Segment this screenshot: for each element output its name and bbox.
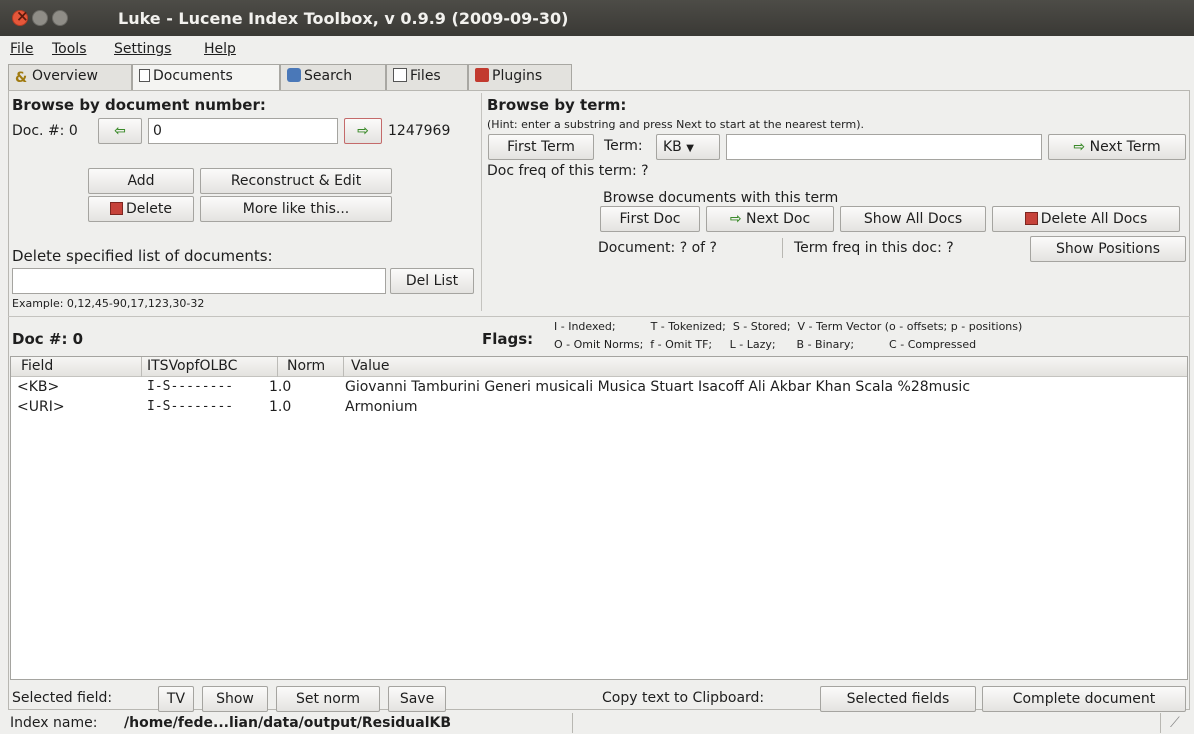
separator [1160,713,1161,733]
show-all-docs-button[interactable]: Show All Docs [840,206,986,232]
column-header-flags[interactable]: ITSVopfOLBC [147,358,237,374]
first-doc-button[interactable]: First Doc [600,206,700,232]
browse-term-heading: Browse by term: [487,96,627,114]
index-path: /home/fede...lian/data/output/ResidualKB [124,715,452,731]
first-term-button[interactable]: First Term [488,134,594,160]
tab-documents[interactable]: Documents [132,64,280,91]
doc-number-input[interactable]: 0 [148,118,338,144]
table-row[interactable]: <KB> I-S-------- 1.0 Giovanni Tamburini … [11,378,1187,398]
plugins-icon [475,68,489,82]
window-title: Luke - Lucene Index Toolbox, v 0.9.9 (20… [118,9,569,28]
section-divider [8,316,1190,317]
tab-plugins[interactable]: Plugins [468,64,572,90]
term-input[interactable] [726,134,1042,160]
next-doc-button[interactable]: ⇨ Next Doc [706,206,834,232]
next-doc-number-button[interactable]: ⇨ [344,118,382,144]
chevron-down-icon: ▼ [686,143,694,154]
menu-file[interactable]: File [10,41,33,57]
arrow-right-icon: ⇨ [1073,139,1086,155]
copy-selected-fields-button[interactable]: Selected fields [820,686,976,712]
arrow-right-icon: ⇨ [729,211,742,227]
index-name-label: Index name: [10,715,98,731]
more-like-this-button[interactable]: More like this... [200,196,392,222]
files-icon [393,68,407,82]
arrow-left-icon: ⇦ [114,123,126,139]
tab-search[interactable]: Search [280,64,386,90]
close-window-button[interactable] [12,7,29,26]
del-list-button[interactable]: Del List [390,268,474,294]
document-position-label: Document: ? of ? [598,240,717,256]
tab-overview[interactable]: & Overview [8,64,132,90]
term-field-dropdown[interactable]: KB ▼ [656,134,720,160]
copy-clipboard-label: Copy text to Clipboard: [602,690,765,706]
browse-term-hint: (Hint: enter a substring and press Next … [487,118,864,131]
prev-doc-button[interactable]: ⇦ [98,118,142,144]
column-header-field[interactable]: Field [21,358,53,374]
resize-grip-icon[interactable]: ⟋ [1170,715,1180,731]
flags-legend-line2: O - Omit Norms; f - Omit TF; L - Lazy; B… [554,338,977,351]
delete-all-docs-button[interactable]: Delete All Docs [992,206,1180,232]
delete-icon [1024,212,1038,225]
menu-bar: File Tools Settings Help [0,38,1194,62]
browse-doc-heading: Browse by document number: [12,96,266,114]
status-bar: Index name: /home/fede...lian/data/outpu… [0,713,1194,734]
next-term-button[interactable]: ⇨ Next Term [1048,134,1186,160]
column-header-norm[interactable]: Norm [287,358,325,374]
fields-table[interactable]: Field ITSVopfOLBC Norm Value <KB> I-S---… [10,356,1188,680]
cell-flags: I-S-------- [147,379,234,394]
cell-value: Armonium [345,399,418,415]
doc-freq-label: Doc freq of this term: ? [487,163,649,179]
show-button[interactable]: Show [202,686,268,712]
delete-document-button[interactable]: Delete [88,196,194,222]
cell-value: Giovanni Tamburini Generi musicali Music… [345,379,971,395]
arrow-right-icon: ⇨ [357,123,369,139]
cell-flags: I-S-------- [147,399,234,414]
title-bar: Luke - Lucene Index Toolbox, v 0.9.9 (20… [0,0,1194,36]
show-positions-button[interactable]: Show Positions [1030,236,1186,262]
current-doc-number: Doc #: 0 [12,330,84,348]
reconstruct-edit-button[interactable]: Reconstruct & Edit [200,168,392,194]
column-separator [277,357,278,377]
minimize-window-button[interactable] [32,10,48,26]
add-document-button[interactable]: Add [88,168,194,194]
documents-icon [139,69,150,82]
term-freq-label: Term freq in this doc: ? [794,240,954,256]
menu-tools[interactable]: Tools [52,41,87,57]
cell-field: <URI> [17,399,65,415]
term-label: Term: [604,138,643,154]
selected-field-label: Selected field: [12,690,113,706]
flags-label: Flags: [482,330,534,348]
separator [782,238,783,258]
delete-list-example: Example: 0,12,45-90,17,123,30-32 [12,297,205,310]
table-header: Field ITSVopfOLBC Norm Value [11,357,1187,377]
tab-files[interactable]: Files [386,64,468,90]
table-row[interactable]: <URI> I-S-------- 1.0 Armonium [11,398,1187,418]
delete-list-label: Delete specified list of documents: [12,247,273,265]
cell-field: <KB> [17,379,60,395]
section-divider [481,93,482,311]
tv-button[interactable]: TV [158,686,194,712]
maximize-window-button[interactable] [52,10,68,26]
save-button[interactable]: Save [388,686,446,712]
column-separator [141,357,142,377]
separator [572,713,573,733]
doc-number-label: Doc. #: 0 [12,123,78,139]
delete-icon [110,202,123,215]
column-header-value[interactable]: Value [351,358,389,374]
search-icon [287,68,301,82]
set-norm-button[interactable]: Set norm [276,686,380,712]
cell-norm: 1.0 [269,379,292,395]
copy-complete-document-button[interactable]: Complete document [982,686,1186,712]
flags-legend-line1: I - Indexed; T - Tokenized; S - Stored; … [554,320,1023,333]
delete-list-input[interactable] [12,268,386,294]
cell-norm: 1.0 [269,399,292,415]
overview-icon: & [15,70,28,86]
menu-settings[interactable]: Settings [114,41,171,57]
menu-help[interactable]: Help [204,41,236,57]
browse-docs-label: Browse documents with this term [603,190,839,206]
column-separator [343,357,344,377]
max-doc-number: 1247969 [388,123,451,139]
